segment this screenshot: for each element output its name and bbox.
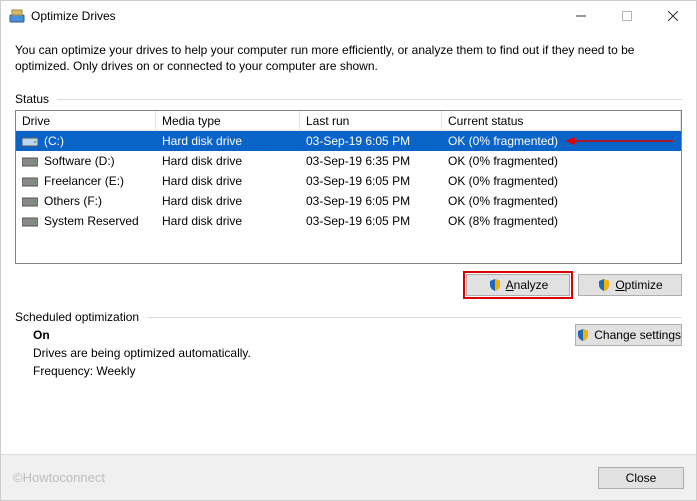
drive-lastrun: 03-Sep-19 6:05 PM [300,134,442,148]
maximize-button[interactable] [604,1,650,31]
table-row[interactable]: Freelancer (E:) Hard disk drive03-Sep-19 … [16,171,681,191]
window-title: Optimize Drives [31,9,116,23]
action-row: Analyze Optimize [15,264,682,302]
drive-media: Hard disk drive [156,134,300,148]
analyze-button[interactable]: Analyze [466,274,570,296]
status-label: Status [15,92,49,106]
scheduled-desc: Drives are being optimized automatically… [33,346,682,360]
table-row[interactable]: (C:) Hard disk drive03-Sep-19 6:05 PMOK (… [16,131,681,151]
drives-table[interactable]: Drive Media type Last run Current status… [15,110,682,264]
drive-lastrun: 03-Sep-19 6:05 PM [300,194,442,208]
drive-icon [22,155,38,167]
shield-icon [576,328,590,342]
watermark: ©Howtoconnect [13,470,105,485]
table-row[interactable]: Others (F:) Hard disk drive03-Sep-19 6:05… [16,191,681,211]
close-label: Close [626,471,657,485]
drive-icon [22,215,38,227]
change-settings-label: Change settings [594,328,681,342]
scheduled-block: Change settings On Drives are being opti… [15,328,682,378]
drive-name: (C:) [44,134,64,148]
drive-lastrun: 03-Sep-19 6:05 PM [300,174,442,188]
close-dialog-button[interactable]: Close [598,467,684,489]
shield-icon [597,278,611,292]
analyze-label: Analyze [506,278,549,292]
drive-icon [22,135,38,147]
drive-status: OK (0% fragmented) [442,174,681,188]
drive-media: Hard disk drive [156,154,300,168]
titlebar: Optimize Drives [1,1,696,31]
table-row[interactable]: System Reserved Hard disk drive03-Sep-19 … [16,211,681,231]
drive-status: OK (8% fragmented) [442,214,681,228]
scheduled-header: Scheduled optimization [15,310,682,324]
col-drive[interactable]: Drive [16,111,156,130]
content-area: You can optimize your drives to help you… [1,31,696,378]
drive-status: OK (0% fragmented) [442,154,681,168]
scheduled-label: Scheduled optimization [15,310,139,324]
drive-name: Software (D:) [44,154,115,168]
col-lastrun[interactable]: Last run [300,111,442,130]
table-header: Drive Media type Last run Current status [16,111,681,131]
drive-name: System Reserved [44,214,139,228]
change-settings-button[interactable]: Change settings [575,324,682,346]
drive-name: Freelancer (E:) [44,174,124,188]
drive-media: Hard disk drive [156,214,300,228]
scheduled-frequency: Frequency: Weekly [33,364,682,378]
drive-status: OK (0% fragmented) [442,194,681,208]
window-controls [558,1,696,31]
col-status[interactable]: Current status [442,111,681,130]
annotation-arrow [563,136,673,146]
close-button[interactable] [650,1,696,31]
shield-icon [488,278,502,292]
status-header: Status [15,92,682,106]
optimize-button[interactable]: Optimize [578,274,682,296]
drive-icon [22,175,38,187]
drive-icon [22,195,38,207]
drive-media: Hard disk drive [156,194,300,208]
drive-name: Others (F:) [44,194,102,208]
footer: ©Howtoconnect Close [1,454,696,500]
app-icon [9,8,25,24]
optimize-label: Optimize [615,278,662,292]
drive-lastrun: 03-Sep-19 6:05 PM [300,214,442,228]
drive-status: OK (0% fragmented) [442,134,681,148]
drive-lastrun: 03-Sep-19 6:35 PM [300,154,442,168]
col-media[interactable]: Media type [156,111,300,130]
minimize-button[interactable] [558,1,604,31]
table-row[interactable]: Software (D:) Hard disk drive03-Sep-19 6:… [16,151,681,171]
description-text: You can optimize your drives to help you… [15,43,682,74]
drive-media: Hard disk drive [156,174,300,188]
